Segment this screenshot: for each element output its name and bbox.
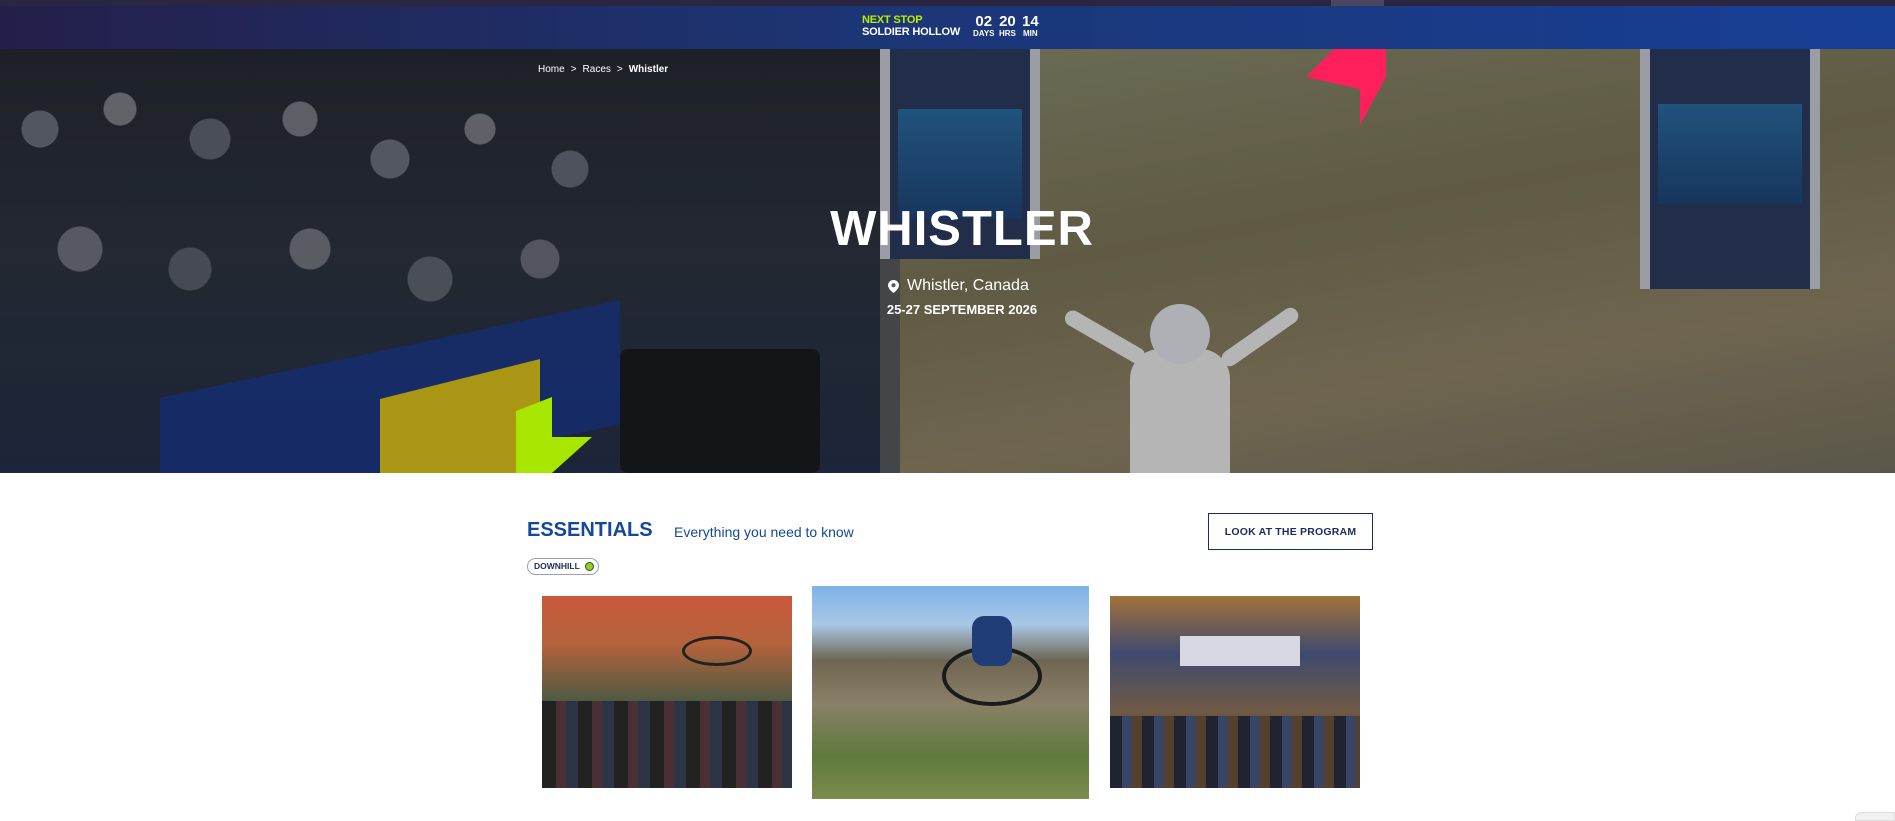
- discipline-tag-label: DOWNHILL: [534, 561, 580, 571]
- hero-location-text: Whistler, Canada: [907, 277, 1029, 294]
- page-title: WHISTLER: [830, 202, 1094, 256]
- hero-banner: Home > Races > Whistler WHISTLER Whistle…: [0, 49, 1895, 473]
- hero-overlay: [0, 49, 1895, 473]
- countdown-hours-label: HRS: [999, 29, 1016, 38]
- countdown-days: 02 DAYS: [973, 14, 995, 39]
- photo-tent: [1180, 636, 1300, 666]
- countdown-hours-value: 20: [999, 13, 1016, 30]
- countdown-minutes-value: 14: [1022, 13, 1039, 30]
- discipline-tag[interactable]: DOWNHILL: [527, 558, 599, 575]
- next-stop[interactable]: NEXT STOP SOLDIER HOLLOW: [862, 14, 960, 38]
- breadcrumb-home[interactable]: Home: [538, 64, 565, 75]
- breadcrumb-separator-icon: >: [570, 64, 577, 75]
- next-stop-venue: SOLDIER HOLLOW: [862, 26, 961, 38]
- green-arrow-shape: [516, 397, 592, 473]
- look-at-program-button[interactable]: LOOK AT THE PROGRAM: [1208, 513, 1373, 550]
- hero-location: Whistler, Canada: [888, 277, 1029, 295]
- photo-rider: [972, 616, 1012, 666]
- countdown-days-value: 02: [975, 13, 993, 30]
- countdown-minutes-label: MIN: [1023, 29, 1038, 38]
- countdown-minutes: 14 MIN: [1022, 14, 1039, 39]
- photo-crowd: [1110, 716, 1360, 788]
- hero-dates: 25-27 SEPTEMBER 2026: [886, 302, 1038, 317]
- breadcrumb-races[interactable]: Races: [583, 64, 611, 75]
- essentials-photo-3[interactable]: [1110, 596, 1360, 788]
- location-pin-icon: [888, 279, 899, 293]
- breadcrumb: Home > Races > Whistler: [538, 64, 668, 75]
- countdown-hours: 20 HRS: [999, 14, 1016, 39]
- essentials-photo-1[interactable]: [542, 596, 792, 788]
- breadcrumb-separator-icon: >: [616, 64, 623, 75]
- countdown-bar[interactable]: NEXT STOP SOLDIER HOLLOW 02 DAYS 20 HRS …: [0, 6, 1895, 49]
- essentials-title: ESSENTIALS: [527, 519, 653, 541]
- countdown-days-label: DAYS: [973, 29, 995, 38]
- discipline-status-dot-icon: [584, 562, 594, 571]
- pink-arrow-shape: [1306, 49, 1386, 125]
- essentials-photo-2[interactable]: [812, 586, 1089, 799]
- photo-bike: [682, 636, 752, 666]
- essentials-subtitle: Everything you need to know: [674, 524, 854, 540]
- recaptcha-badge[interactable]: [1855, 812, 1895, 821]
- photo-crowd: [542, 701, 792, 788]
- next-stop-label: NEXT STOP: [862, 14, 923, 26]
- breadcrumb-current: Whistler: [628, 64, 669, 75]
